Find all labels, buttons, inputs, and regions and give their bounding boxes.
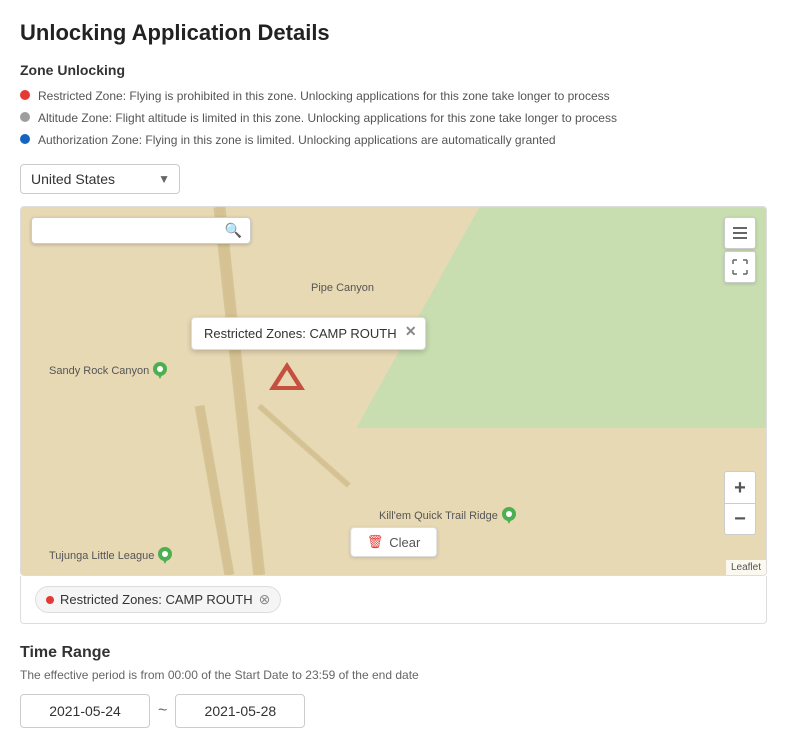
map-tooltip: Restricted Zones: CAMP ROUTH ✕: [191, 317, 426, 350]
layers-button[interactable]: [724, 217, 756, 249]
zone-tag-remove-button[interactable]: ⊗: [259, 591, 271, 608]
map-zoom-controls: + −: [724, 471, 756, 535]
legend-list: Restricted Zone: Flying is prohibited in…: [20, 88, 767, 148]
layers-icon: [731, 224, 749, 242]
altitude-zone-dot: [20, 112, 30, 122]
legend-item-authorization: Authorization Zone: Flying in this zone …: [20, 132, 767, 149]
start-date-input[interactable]: [20, 694, 150, 728]
restricted-zone-dot: [20, 90, 30, 100]
fullscreen-icon: [732, 259, 748, 275]
country-select[interactable]: United States Canada Mexico: [20, 164, 180, 194]
clear-button-label: Clear: [389, 535, 420, 550]
zone-tag-dot: [46, 596, 54, 604]
authorization-zone-dot: [20, 134, 30, 144]
fullscreen-button[interactable]: [724, 251, 756, 283]
end-date-input[interactable]: [175, 694, 305, 728]
map-attribution: Leaflet: [726, 560, 766, 575]
zone-tag-label: Restricted Zones: CAMP ROUTH: [60, 592, 253, 607]
selected-zone-bar: Restricted Zones: CAMP ROUTH ⊗: [20, 576, 767, 624]
map-search-input[interactable]: [40, 223, 225, 238]
legend-item-restricted: Restricted Zone: Flying is prohibited in…: [20, 88, 767, 105]
zoom-in-button[interactable]: +: [724, 471, 756, 503]
map-controls: [724, 217, 756, 283]
restricted-zone-marker[interactable]: [269, 362, 305, 390]
zone-unlocking-title: Zone Unlocking: [20, 62, 767, 78]
zoom-out-button[interactable]: −: [724, 503, 756, 535]
altitude-zone-label: Altitude Zone: Flight altitude is limite…: [38, 110, 617, 127]
time-range-description: The effective period is from 00:00 of th…: [20, 668, 767, 682]
time-range-section: Time Range The effective period is from …: [20, 644, 767, 728]
tooltip-text: Restricted Zones: CAMP ROUTH: [204, 326, 397, 341]
zone-unlocking-section: Zone Unlocking Restricted Zone: Flying i…: [20, 62, 767, 148]
time-range-title: Time Range: [20, 644, 767, 662]
authorization-zone-label: Authorization Zone: Flying in this zone …: [38, 132, 556, 149]
map-container[interactable]: 🔍 Pipe Canyon Sandy Rock Canyon Kill'em …: [20, 206, 767, 576]
date-range-row: ~: [20, 694, 767, 728]
search-icon: 🔍: [225, 222, 242, 239]
restricted-zone-label: Restricted Zone: Flying is prohibited in…: [38, 88, 610, 105]
clear-button[interactable]: 🗑 Clear: [350, 527, 438, 557]
trash-icon: 🗑: [367, 534, 384, 550]
legend-item-altitude: Altitude Zone: Flight altitude is limite…: [20, 110, 767, 127]
zone-tag: Restricted Zones: CAMP ROUTH ⊗: [35, 586, 281, 613]
map-search-bar[interactable]: 🔍: [31, 217, 251, 244]
page-title: Unlocking Application Details: [20, 20, 767, 46]
date-range-separator: ~: [158, 702, 167, 720]
country-select-wrapper[interactable]: United States Canada Mexico ▼: [20, 164, 180, 194]
tooltip-close-button[interactable]: ✕: [405, 323, 417, 340]
